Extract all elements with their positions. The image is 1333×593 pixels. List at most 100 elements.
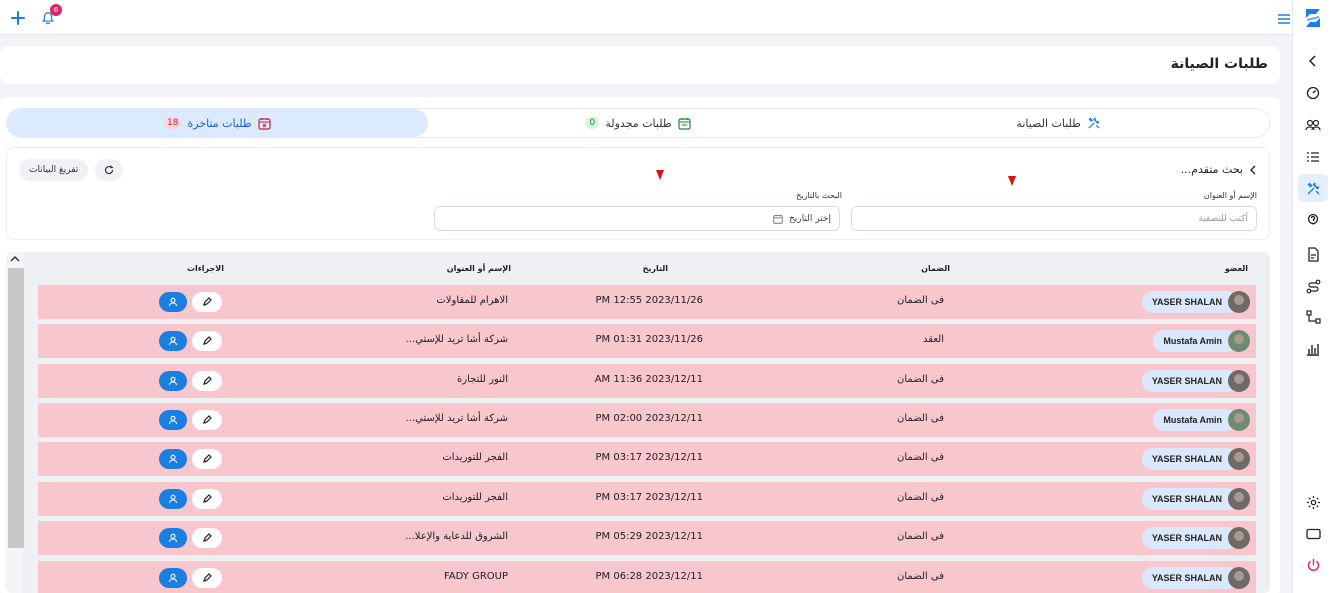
- refresh-icon: [104, 165, 114, 175]
- advanced-search-panel: بحث متقدم... تفريغ البيانات الإسم أو الع…: [6, 147, 1270, 240]
- table-row[interactable]: YASER SHALAN فى الضمان PM 12:55 2023/11/26…: [38, 285, 1256, 319]
- sidebar-item-dashboard[interactable]: [1298, 79, 1328, 107]
- name-cell: الاهرام للمقاولات: [436, 295, 508, 306]
- member-name: YASER SHALAN: [1141, 527, 1238, 549]
- tab-scheduled-requests[interactable]: طلبات مجدولة 0: [428, 109, 849, 137]
- member-chip[interactable]: YASER SHALAN: [1141, 369, 1250, 393]
- member-chip[interactable]: Mustafa Amin: [1153, 329, 1250, 353]
- sidebar-item-documents[interactable]: [1298, 240, 1328, 268]
- page-header: طلبات الصيانة: [0, 46, 1280, 84]
- refresh-button[interactable]: [95, 159, 123, 181]
- warranty-cell: فى الضمان: [897, 492, 944, 503]
- sidebar-item-reports[interactable]: [1298, 335, 1328, 363]
- assign-user-button[interactable]: [159, 449, 187, 469]
- sidebar-item-help[interactable]: [1298, 206, 1328, 234]
- warranty-cell: فى الضمان: [897, 295, 944, 306]
- menu-toggle-button[interactable]: [1277, 10, 1293, 26]
- table-scrollbar[interactable]: [7, 252, 24, 593]
- member-chip[interactable]: YASER SHALAN: [1141, 290, 1250, 314]
- app-logo[interactable]: [1300, 5, 1326, 31]
- advanced-search-title: بحث متقدم...: [1180, 163, 1243, 176]
- clear-data-button[interactable]: تفريغ البيانات: [19, 159, 89, 181]
- plus-icon: [11, 11, 25, 25]
- question-icon: [1307, 213, 1319, 225]
- user-icon: [168, 494, 178, 504]
- user-icon: [168, 573, 178, 583]
- member-name: YASER SHALAN: [1141, 291, 1238, 313]
- table-row[interactable]: YASER SHALAN فى الضمان AM 11:36 2023/12/11…: [38, 364, 1256, 398]
- edit-button[interactable]: [192, 568, 222, 588]
- date-cell: PM 03:17 2023/12/11: [595, 492, 703, 503]
- name-cell: FADY GROUP: [443, 571, 508, 582]
- assign-user-button[interactable]: [159, 331, 187, 351]
- member-chip[interactable]: YASER SHALAN: [1141, 487, 1250, 511]
- user-icon: [168, 297, 178, 307]
- name-cell: الفجر للتوريدات: [442, 492, 508, 503]
- date-cell: PM 12:55 2023/11/26: [595, 295, 703, 306]
- gear-icon: [1306, 495, 1320, 509]
- tab-overdue-requests[interactable]: طلبات متاخرة 18: [7, 109, 428, 137]
- sidebar-item-hierarchy[interactable]: [1298, 303, 1328, 331]
- assign-user-button[interactable]: [159, 410, 187, 430]
- avatar: [1228, 488, 1250, 510]
- member-chip[interactable]: Mustafa Amin: [1153, 408, 1250, 432]
- edit-button[interactable]: [192, 528, 222, 548]
- sidebar-item-transfers[interactable]: [1298, 272, 1328, 300]
- add-button[interactable]: [7, 7, 29, 29]
- avatar: [1228, 527, 1250, 549]
- assign-user-button[interactable]: [159, 528, 187, 548]
- date-search-input[interactable]: إختر التاريخ: [434, 206, 840, 231]
- notifications-button[interactable]: 6: [37, 4, 62, 29]
- scrollbar-thumb[interactable]: [8, 268, 24, 548]
- advanced-search-toggle[interactable]: بحث متقدم...: [1181, 163, 1257, 176]
- assign-user-button[interactable]: [159, 292, 187, 312]
- logo-icon: [1306, 9, 1320, 27]
- date-cell: PM 01:31 2023/11/26: [595, 334, 703, 345]
- pencil-icon: [203, 533, 212, 542]
- warranty-cell: العقد: [923, 334, 944, 345]
- table-row[interactable]: YASER SHALAN فى الضمان PM 06:28 2023/12/11…: [38, 561, 1256, 593]
- sidebar-item-list[interactable]: [1298, 143, 1328, 171]
- edit-button[interactable]: [192, 331, 222, 351]
- assign-user-button[interactable]: [159, 489, 187, 509]
- assign-user-button[interactable]: [159, 568, 187, 588]
- edit-button[interactable]: [192, 410, 222, 430]
- name-cell: شركة أشا تريد للإستي...: [405, 413, 508, 424]
- sidebar-item-maintenance[interactable]: [1298, 174, 1328, 202]
- user-icon: [168, 376, 178, 386]
- assign-user-button[interactable]: [159, 371, 187, 391]
- sidebar-item-members[interactable]: [1298, 111, 1328, 139]
- tab-maintenance-requests[interactable]: طلبات الصيانة: [848, 109, 1269, 137]
- table-row[interactable]: Mustafa Amin العقد PM 01:31 2023/11/26 شركة…: [38, 324, 1256, 358]
- member-chip[interactable]: YASER SHALAN: [1141, 447, 1250, 471]
- table-row[interactable]: YASER SHALAN فى الضمان PM 03:17 2023/12/11…: [38, 482, 1256, 516]
- page-title: طلبات الصيانة: [1170, 56, 1268, 72]
- pencil-icon: [203, 573, 212, 582]
- warranty-cell: فى الضمان: [897, 452, 944, 463]
- sidebar-item-display[interactable]: [1298, 520, 1328, 548]
- pencil-icon: [203, 297, 212, 306]
- hierarchy-icon: [1305, 310, 1321, 324]
- member-name: Mustafa Amin: [1153, 330, 1238, 352]
- edit-button[interactable]: [192, 449, 222, 469]
- table-row[interactable]: YASER SHALAN فى الضمان PM 03:17 2023/12/11…: [38, 442, 1256, 476]
- member-name: YASER SHALAN: [1141, 370, 1238, 392]
- edit-button[interactable]: [192, 489, 222, 509]
- name-search-input[interactable]: أكتب للتصفية: [851, 206, 1257, 231]
- chevron-up-icon[interactable]: [10, 254, 20, 264]
- avatar: [1228, 370, 1250, 392]
- table-row[interactable]: Mustafa Amin فى الضمان PM 02:00 2023/12/11…: [38, 403, 1256, 437]
- member-chip[interactable]: YASER SHALAN: [1141, 526, 1250, 550]
- edit-button[interactable]: [192, 292, 222, 312]
- user-icon: [168, 454, 178, 464]
- member-chip[interactable]: YASER SHALAN: [1141, 566, 1250, 590]
- sidebar-collapse-button[interactable]: [1298, 47, 1328, 75]
- sidebar-item-settings[interactable]: [1298, 488, 1328, 516]
- avatar: [1228, 448, 1250, 470]
- logout-button[interactable]: [1298, 551, 1328, 579]
- name-search-placeholder: أكتب للتصفية: [1198, 213, 1248, 224]
- table-row[interactable]: YASER SHALAN فى الضمان PM 05:29 2023/12/11…: [38, 521, 1256, 555]
- date-cell: PM 06:28 2023/12/11: [595, 571, 703, 582]
- edit-button[interactable]: [192, 371, 222, 391]
- name-cell: النور للتجارة: [457, 374, 508, 385]
